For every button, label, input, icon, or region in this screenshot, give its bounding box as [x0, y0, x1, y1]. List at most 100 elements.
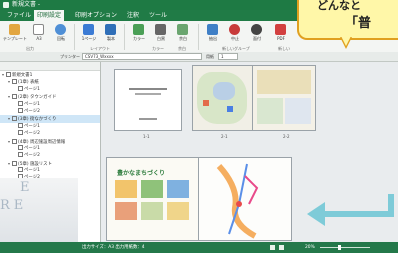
checkbox[interactable] — [12, 138, 17, 144]
checkbox[interactable] — [18, 152, 23, 158]
page-tree-item[interactable]: ▾ (3章) 街なかづくり — [0, 115, 100, 123]
printer-label: プリンター — [60, 54, 80, 59]
margin-button[interactable]: 余白 — [174, 23, 192, 45]
page-thumb-2-1[interactable] — [193, 66, 253, 130]
zoom-slider[interactable] — [320, 247, 370, 248]
zoom-level: 20% — [305, 245, 315, 250]
paper-count-input[interactable]: 1 — [218, 53, 238, 60]
page-thumb-3-2[interactable] — [199, 158, 291, 240]
checkbox[interactable] — [18, 100, 23, 106]
page-tree-item[interactable]: ▾ 新規文書1 — [0, 71, 100, 78]
preview-canvas: 1-1 2-1 2-2 豊かなまちづくり — [101, 62, 398, 242]
mono-button[interactable]: 白黒 — [152, 23, 170, 45]
page-tree-label: ページ2 — [24, 108, 40, 114]
app-icon — [3, 2, 9, 8]
page-tree-item[interactable]: ▾ (1章) 表紙 — [0, 78, 100, 85]
checkbox[interactable] — [12, 116, 17, 122]
paper-size-button[interactable]: A3 — [30, 23, 48, 45]
page-tree-label: ページ1 — [24, 145, 40, 151]
page-tree-item[interactable]: ページ1 — [0, 144, 100, 152]
printer-select[interactable]: CSV73_Wxxxx — [82, 53, 202, 60]
background-overlay: E RE — [0, 178, 78, 242]
pdf-button[interactable]: PDF — [272, 23, 290, 45]
group-new: 新しいグループ — [222, 46, 250, 51]
panel-toolbar — [0, 62, 100, 71]
checkbox[interactable] — [6, 72, 11, 77]
page-label-1: 1-1 — [143, 134, 150, 139]
color-button[interactable]: カラー — [130, 23, 148, 45]
color-icon — [133, 24, 144, 35]
bind-button[interactable]: 製本 — [102, 23, 120, 45]
page-tree-item[interactable]: ▾ (2章) タウンガイド — [0, 93, 100, 100]
cover-title: 豊かなまちづくり — [117, 170, 166, 177]
page-tree-item[interactable]: ページ2 — [0, 130, 100, 137]
one-page-button[interactable]: 1ページ — [80, 23, 98, 45]
page-tree-label: ページ2 — [24, 153, 40, 159]
checkbox[interactable] — [12, 94, 17, 100]
page-tree-item[interactable]: ページ1 — [0, 167, 100, 174]
page-tree-item[interactable]: ▾ (5章) 施設リスト — [0, 160, 100, 167]
impose-button[interactable]: 面付 — [248, 23, 266, 45]
group-output: 出力 — [26, 46, 34, 51]
template-button[interactable]: テンプレート — [3, 23, 27, 45]
page-tree-label: ページ1 — [24, 168, 40, 174]
page-tree-label: (2章) タウンガイド — [18, 95, 57, 101]
margin-icon — [177, 24, 188, 35]
checkbox[interactable] — [18, 107, 23, 113]
extract-button[interactable]: 抽出 — [204, 23, 222, 45]
page-thumb-1-1[interactable] — [115, 70, 181, 130]
pdf-icon — [275, 24, 286, 35]
page-tree-label: (4章) 周辺施設周辺情報 — [18, 139, 66, 145]
page-thumb-2-2[interactable] — [253, 66, 315, 130]
group-color: カラー — [152, 46, 164, 51]
checkbox[interactable] — [18, 144, 23, 150]
page-tree-label: 新規文書1 — [12, 73, 33, 78]
menu-print-options[interactable]: 印刷オプション — [72, 10, 120, 21]
impose-icon — [251, 24, 262, 35]
checkbox[interactable] — [18, 85, 23, 91]
page-tree-item[interactable]: ページ1 — [0, 100, 100, 108]
route-map — [216, 163, 259, 239]
page-tree-item[interactable]: ページ2 — [0, 107, 100, 115]
page-tree-label: (1章) 表紙 — [18, 80, 39, 86]
checkbox[interactable] — [18, 130, 23, 136]
callout-line-2: 「普 — [345, 16, 372, 31]
rotate-icon — [55, 24, 66, 35]
menu-annotation[interactable]: 注釈 — [124, 10, 142, 21]
paper-label: 用紙 — [206, 54, 214, 59]
page-tree-item[interactable]: ページ1 — [0, 85, 100, 93]
page-tree-label: ページ1 — [24, 86, 40, 92]
stop-button[interactable]: 中止 — [226, 23, 244, 45]
view-mode-2-icon[interactable] — [279, 245, 284, 250]
menu-file[interactable]: ファイル — [4, 10, 34, 21]
status-bar: 出力サイズ：A3 出力用紙数：4 20% — [0, 242, 398, 253]
checkbox[interactable] — [18, 167, 23, 173]
bind-icon — [105, 24, 116, 35]
menu-tools[interactable]: ツール — [146, 10, 170, 21]
paper-a3-icon — [33, 24, 44, 35]
page-tree-label: (5章) 施設リスト — [18, 161, 52, 167]
one-page-icon — [83, 24, 94, 35]
page-thumb-3-1[interactable]: 豊かなまちづくり — [107, 158, 199, 240]
window-title: 新規文書 - — [12, 1, 41, 8]
view-mode-icon[interactable] — [270, 245, 275, 250]
rotate-button[interactable]: 回転 — [52, 23, 70, 45]
page-tree-label: ページ2 — [24, 131, 40, 137]
checkbox[interactable] — [12, 160, 17, 166]
checkbox[interactable] — [12, 79, 17, 85]
group-new-2: 新しい — [278, 46, 290, 51]
page-tree-item[interactable]: ページ2 — [0, 152, 100, 159]
menu-print-settings[interactable]: 印刷設定 — [34, 10, 65, 21]
page-tree: ▾ 新規文書1 ▾ (1章) 表紙 ページ1 ▾ (2章) タウンガイド ページ1 ページ2 ▾(… — [0, 71, 100, 189]
page-tree-item[interactable]: ▾ (4章) 周辺施設周辺情報 — [0, 138, 100, 145]
checkbox[interactable] — [18, 122, 23, 128]
page-label-3: 2-2 — [283, 134, 290, 139]
stop-icon — [229, 24, 240, 35]
arrow-left-icon — [307, 194, 394, 226]
zoom-slider-thumb[interactable] — [338, 245, 341, 250]
page-tree-label: ページ1 — [24, 123, 40, 129]
printer-toolbar: プリンター CSV73_Wxxxx 用紙 1 — [0, 52, 398, 62]
page-label-2: 2-1 — [221, 134, 228, 139]
page-tree-item[interactable]: ページ1 — [0, 122, 100, 130]
speech-callout: どんなと 「普 — [297, 0, 398, 40]
